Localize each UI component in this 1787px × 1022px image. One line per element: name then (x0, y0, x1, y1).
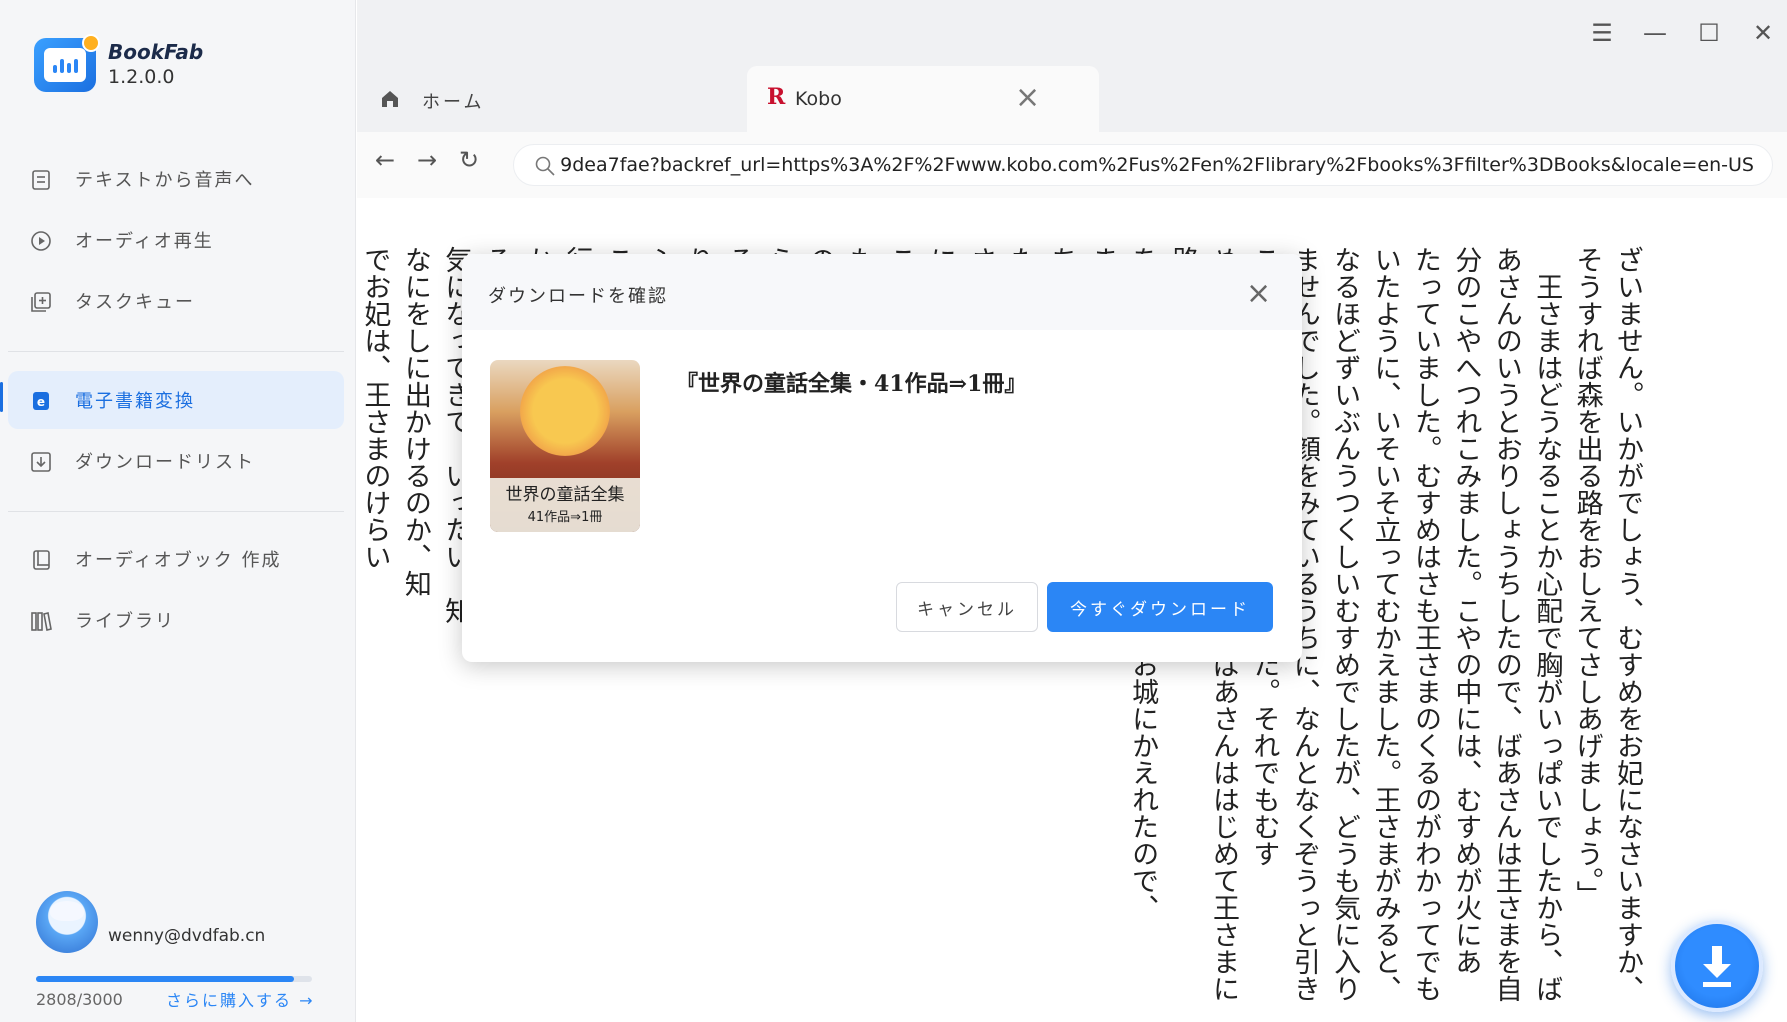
download-box-icon (31, 452, 51, 472)
sidebar-item-label: オーディオブック 作成 (75, 550, 282, 571)
rakuten-icon: R (767, 84, 786, 110)
text-column: たっていました。むすめはさも王さまのくるのがわかってでも (1409, 246, 1441, 1002)
audiobook-icon (33, 550, 50, 570)
sidebar-item-label: タスクキュー (75, 292, 195, 313)
avatar[interactable] (36, 891, 98, 953)
ebook-icon: e (33, 392, 49, 410)
maximize-icon[interactable]: ☐ (1694, 18, 1724, 48)
cancel-button[interactable]: キャンセル (896, 582, 1038, 632)
home-icon (382, 91, 398, 107)
buy-more-link[interactable]: さらに購入する → (166, 987, 315, 1011)
app-logo-icon (34, 34, 100, 92)
sidebar-item-text-to-speech[interactable]: テキストから音声へ (8, 150, 344, 208)
book-cover: 世界の童話全集 41作品⇒1冊 (490, 360, 640, 532)
tab-home[interactable]: ホーム (357, 66, 745, 132)
text-column: なるほどずいぶんうつくしいむすめでしたが、どうも気に入り (1329, 246, 1361, 1002)
cover-title: 世界の童話全集 (505, 485, 625, 505)
sidebar-item-audiobook-creation[interactable]: オーディオブック 作成 (8, 530, 344, 588)
sidebar-item-library[interactable]: ライブラリ (8, 591, 344, 649)
close-icon[interactable]: × (1246, 276, 1271, 311)
svg-text:e: e (37, 395, 45, 409)
text-column: そうすれば森を出る路をおしえてさしあげましょう。」 (1571, 246, 1603, 908)
sidebar-item-label: 電子書籍変換 (75, 391, 195, 412)
document-icon (32, 170, 50, 190)
app-version: 1.2.0.0 (108, 66, 175, 88)
text-column: 分のこやへつれこみました。こやの中には、むすめが火にあ (1450, 246, 1482, 975)
library-icon (31, 612, 52, 631)
play-circle-icon (31, 231, 51, 251)
cover-subtitle: 41作品⇒1冊 (527, 510, 603, 525)
tab-label: ホーム (422, 92, 485, 113)
address-bar: ← → ↻ 9dea7fae?backref_url=https%3A%2F%2… (357, 132, 1787, 198)
sidebar-item-ebook-conversion[interactable]: e 電子書籍変換 (8, 371, 344, 429)
floating-download-button[interactable] (1671, 920, 1763, 1012)
sidebar-item-task-queue[interactable]: タスクキュー (8, 272, 344, 330)
text-column: ざいません。いかがでしょう、むすめをお妃になさいますか、 (1612, 246, 1643, 1002)
close-window-icon[interactable]: ✕ (1748, 18, 1778, 48)
title-bar: ☰ — ☐ ✕ ホーム R Kobo × ← → ↻ 9dea7fae?back… (357, 0, 1787, 198)
text-column: いたように、いそいそ立ってむかえました。王さまがみると、 (1369, 246, 1401, 1002)
back-icon[interactable]: ← (375, 146, 395, 174)
sidebar-item-label: ライブラリ (75, 611, 175, 632)
download-icon (1703, 946, 1731, 987)
sidebar-divider (8, 351, 344, 352)
quota-text: 2808/3000 (36, 990, 123, 1009)
forward-icon[interactable]: → (417, 146, 437, 174)
download-now-button[interactable]: 今すぐダウンロード (1047, 582, 1273, 632)
text-column: あさんのいうとおりしょうちしたので、ばあさんは王さまを自 (1490, 246, 1522, 1002)
close-tab-icon[interactable]: × (1015, 80, 1040, 115)
url-input[interactable]: 9dea7fae?backref_url=https%3A%2F%2Fwww.k… (513, 144, 1773, 186)
refresh-icon[interactable]: ↻ (459, 146, 479, 174)
tab-label: Kobo (795, 88, 842, 110)
sidebar-item-download-list[interactable]: ダウンロードリスト (8, 432, 344, 490)
text-column: 王さまはどうなることか心配で胸がいっぱいでしたから、ば (1531, 246, 1563, 1002)
search-icon (535, 156, 555, 176)
quota-progress-fill (36, 976, 295, 982)
sidebar-item-label: ダウンロードリスト (75, 452, 255, 473)
app-name: BookFab (108, 40, 204, 64)
sidebar-item-label: オーディオ再生 (75, 231, 214, 252)
sidebar-divider (8, 511, 344, 512)
book-title: 『世界の童話全集・41作品⇒1冊』 (676, 371, 1027, 397)
sidebar-item-audio-playback[interactable]: オーディオ再生 (8, 211, 344, 269)
text-column: なにをしに出かけるのか、知 (399, 246, 431, 597)
active-indicator (0, 382, 3, 412)
url-text: 9dea7fae?backref_url=https%3A%2F%2Fwww.k… (560, 154, 1754, 176)
tab-kobo[interactable]: R Kobo × (747, 66, 1099, 132)
menu-icon[interactable]: ☰ (1587, 18, 1617, 48)
dialog-header: ダウンロードを確認 × (462, 254, 1302, 330)
text-column: でお妃は、王さまのけらい (359, 246, 391, 570)
dialog-title: ダウンロードを確認 (488, 286, 668, 307)
sidebar-item-label: テキストから音声へ (75, 170, 255, 191)
minimize-icon[interactable]: — (1640, 18, 1670, 48)
download-confirm-dialog: ダウンロードを確認 × 世界の童話全集 41作品⇒1冊 『世界の童話全集・41作… (462, 254, 1302, 662)
sidebar: BookFab 1.2.0.0 テキストから音声へ オーディオ再生 タスクキュー… (0, 0, 356, 1022)
queue-add-icon (31, 292, 51, 312)
user-email: wenny@dvdfab.cn (108, 926, 266, 946)
quota-progress-bar (36, 976, 312, 982)
